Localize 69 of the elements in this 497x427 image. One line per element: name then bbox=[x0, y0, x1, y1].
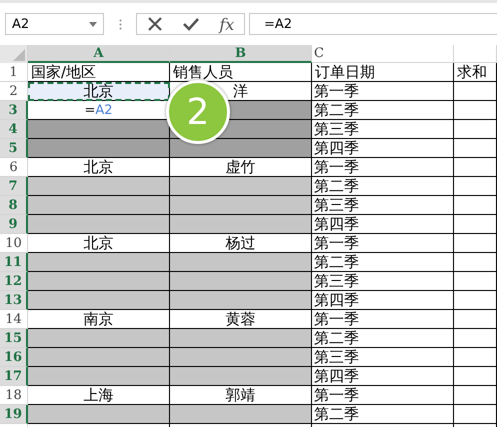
table-cell: 第一季 bbox=[312, 386, 454, 405]
table-cell bbox=[454, 120, 497, 139]
table-cell bbox=[454, 291, 497, 310]
insert-function-button[interactable]: fx bbox=[219, 14, 234, 34]
table-cell: 第二季 bbox=[312, 329, 454, 348]
row-header[interactable]: 4 bbox=[0, 120, 28, 139]
table-cell bbox=[454, 234, 497, 253]
cancel-icon[interactable] bbox=[146, 16, 163, 32]
formula-field[interactable]: =A2 bbox=[249, 13, 497, 35]
row-header[interactable]: 9 bbox=[0, 215, 28, 234]
table-cell bbox=[454, 253, 497, 272]
row-header[interactable]: 17 bbox=[0, 367, 28, 386]
table-cell bbox=[454, 196, 497, 215]
name-box[interactable]: A2 bbox=[5, 13, 104, 35]
row-header[interactable]: 3 bbox=[0, 101, 28, 120]
table-cell bbox=[454, 139, 497, 158]
table-cell: 第三季 bbox=[312, 348, 454, 367]
table-cell: 第一季 bbox=[312, 158, 454, 177]
table-cell bbox=[454, 348, 497, 367]
table-cell bbox=[454, 272, 497, 291]
column-header[interactable]: C bbox=[312, 45, 454, 63]
table-cell: 第一季 bbox=[312, 310, 454, 329]
row-header[interactable]: 6 bbox=[0, 158, 28, 177]
table-cell: 订单日期 bbox=[312, 63, 454, 82]
table-cell: 第四季 bbox=[312, 215, 454, 234]
table-cell: 第四季 bbox=[312, 291, 454, 310]
table-cell bbox=[454, 101, 497, 120]
table-cell bbox=[454, 329, 497, 348]
table-cell bbox=[454, 405, 497, 424]
row-header[interactable]: 14 bbox=[0, 310, 28, 329]
row-header[interactable]: 7 bbox=[0, 177, 28, 196]
grip-icon bbox=[119, 18, 122, 30]
row-header[interactable]: 10 bbox=[0, 234, 28, 253]
table-cell: 北京 bbox=[28, 82, 170, 101]
table-cell: 第一季 bbox=[312, 82, 454, 101]
table-cell: 第三季 bbox=[312, 196, 454, 215]
dropdown-caret-icon[interactable] bbox=[89, 22, 97, 26]
column-header[interactable]: A bbox=[28, 45, 170, 63]
table-cell bbox=[454, 386, 497, 405]
row-header[interactable]: 13 bbox=[0, 291, 28, 310]
table-cell: 第二季 bbox=[312, 253, 454, 272]
table-cell: 第一季 bbox=[312, 234, 454, 253]
row-header[interactable]: 18 bbox=[0, 386, 28, 405]
row-header[interactable]: 2 bbox=[0, 82, 28, 101]
table-cell: 第二季 bbox=[312, 405, 454, 424]
check-icon[interactable] bbox=[182, 16, 200, 32]
table-cell: =A2 bbox=[28, 101, 170, 120]
table-cell bbox=[454, 310, 497, 329]
table-cell: 第三季 bbox=[312, 120, 454, 139]
row-header[interactable]: 1 bbox=[0, 63, 28, 82]
row-header[interactable]: 19 bbox=[0, 405, 28, 424]
table-cell: 求和 bbox=[454, 63, 497, 82]
table-cell bbox=[454, 177, 497, 196]
table-cell: 第二季 bbox=[312, 177, 454, 196]
column-header[interactable]: B bbox=[170, 45, 312, 63]
table-cell: 第三季 bbox=[312, 272, 454, 291]
table-cell bbox=[454, 82, 497, 101]
row-header[interactable]: 16 bbox=[0, 348, 28, 367]
table-cell: 第四季 bbox=[312, 367, 454, 386]
table-cell: 第二季 bbox=[312, 101, 454, 120]
table-cell bbox=[454, 215, 497, 234]
table-cell bbox=[454, 367, 497, 386]
table-cell bbox=[454, 158, 497, 177]
row-header[interactable]: 11 bbox=[0, 253, 28, 272]
row-header[interactable]: 15 bbox=[0, 329, 28, 348]
table-cell: 第四季 bbox=[312, 139, 454, 158]
row-header[interactable]: 5 bbox=[0, 139, 28, 158]
row-header[interactable]: 12 bbox=[0, 272, 28, 291]
row-header[interactable]: 8 bbox=[0, 196, 28, 215]
